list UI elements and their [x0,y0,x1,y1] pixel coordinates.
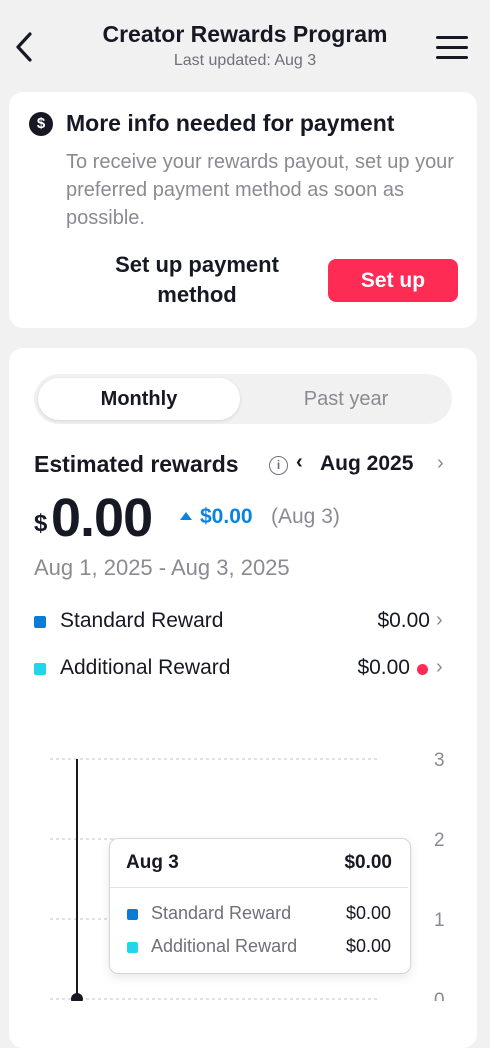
y-tick-label: 0 [434,990,445,1001]
chevron-right-icon: › [436,609,443,631]
payment-card-description: To receive your rewards payout, set up y… [66,151,454,229]
tooltip-swatch-standard [127,909,138,920]
legend-swatch-additional [34,663,46,675]
setup-payment-prompt: Set up payment method [115,252,279,307]
tab-past-year[interactable]: Past year [244,378,448,420]
chevron-right-icon: › [436,656,443,678]
y-tick-label: 3 [434,750,445,771]
chevron-right-icon[interactable]: › [437,452,444,475]
tooltip-swatch-additional [127,942,138,953]
tooltip-label: Additional Reward [151,936,298,956]
breakdown-value: $0.00 [377,609,430,632]
last-updated-text: Last updated: Aug 3 [173,52,317,69]
breakdown-label: Standard Reward [60,609,224,632]
chart-point [71,993,83,1001]
date-range: Aug 1, 2025 - Aug 3, 2025 [34,555,290,580]
change-amount: $0.00 [200,505,253,528]
menu-icon[interactable] [436,36,468,60]
tooltip-value: $0.00 [345,936,391,956]
y-tick-label: 1 [434,910,445,931]
tooltip-value: $0.00 [345,903,391,923]
change-date: (Aug 3) [271,505,340,528]
page-title: Creator Rewards Program [102,21,388,47]
up-arrow-icon [180,512,192,520]
breakdown-row-standard[interactable]: Standard Reward $0.00 › [34,604,454,640]
y-tick-label: 2 [434,830,445,851]
currency-symbol: $ [34,510,48,537]
rewards-amount: 0.00 [51,488,153,548]
tab-monthly[interactable]: Monthly [38,378,240,420]
month-selector[interactable]: Aug 2025 [320,452,413,476]
breakdown-value: $0.00 [357,656,410,679]
set-up-button[interactable]: Set up [328,259,458,302]
alert-dot [417,664,428,675]
payment-card-title: More info needed for payment [66,110,395,136]
breakdown-row-additional[interactable]: Additional Reward $0.00 › [34,651,454,687]
info-icon[interactable]: i [269,456,288,475]
tooltip-label: Standard Reward [151,903,292,923]
legend-swatch-standard [34,616,46,628]
breakdown-label: Additional Reward [60,656,231,679]
chevron-left-icon[interactable]: ‹ [296,451,303,474]
dollar-icon: $ [29,112,53,136]
tooltip-total: $0.00 [344,852,392,873]
tooltip-divider [110,887,408,888]
tooltip-date: Aug 3 [126,852,179,873]
estimated-rewards-label: Estimated rewards [34,451,239,477]
